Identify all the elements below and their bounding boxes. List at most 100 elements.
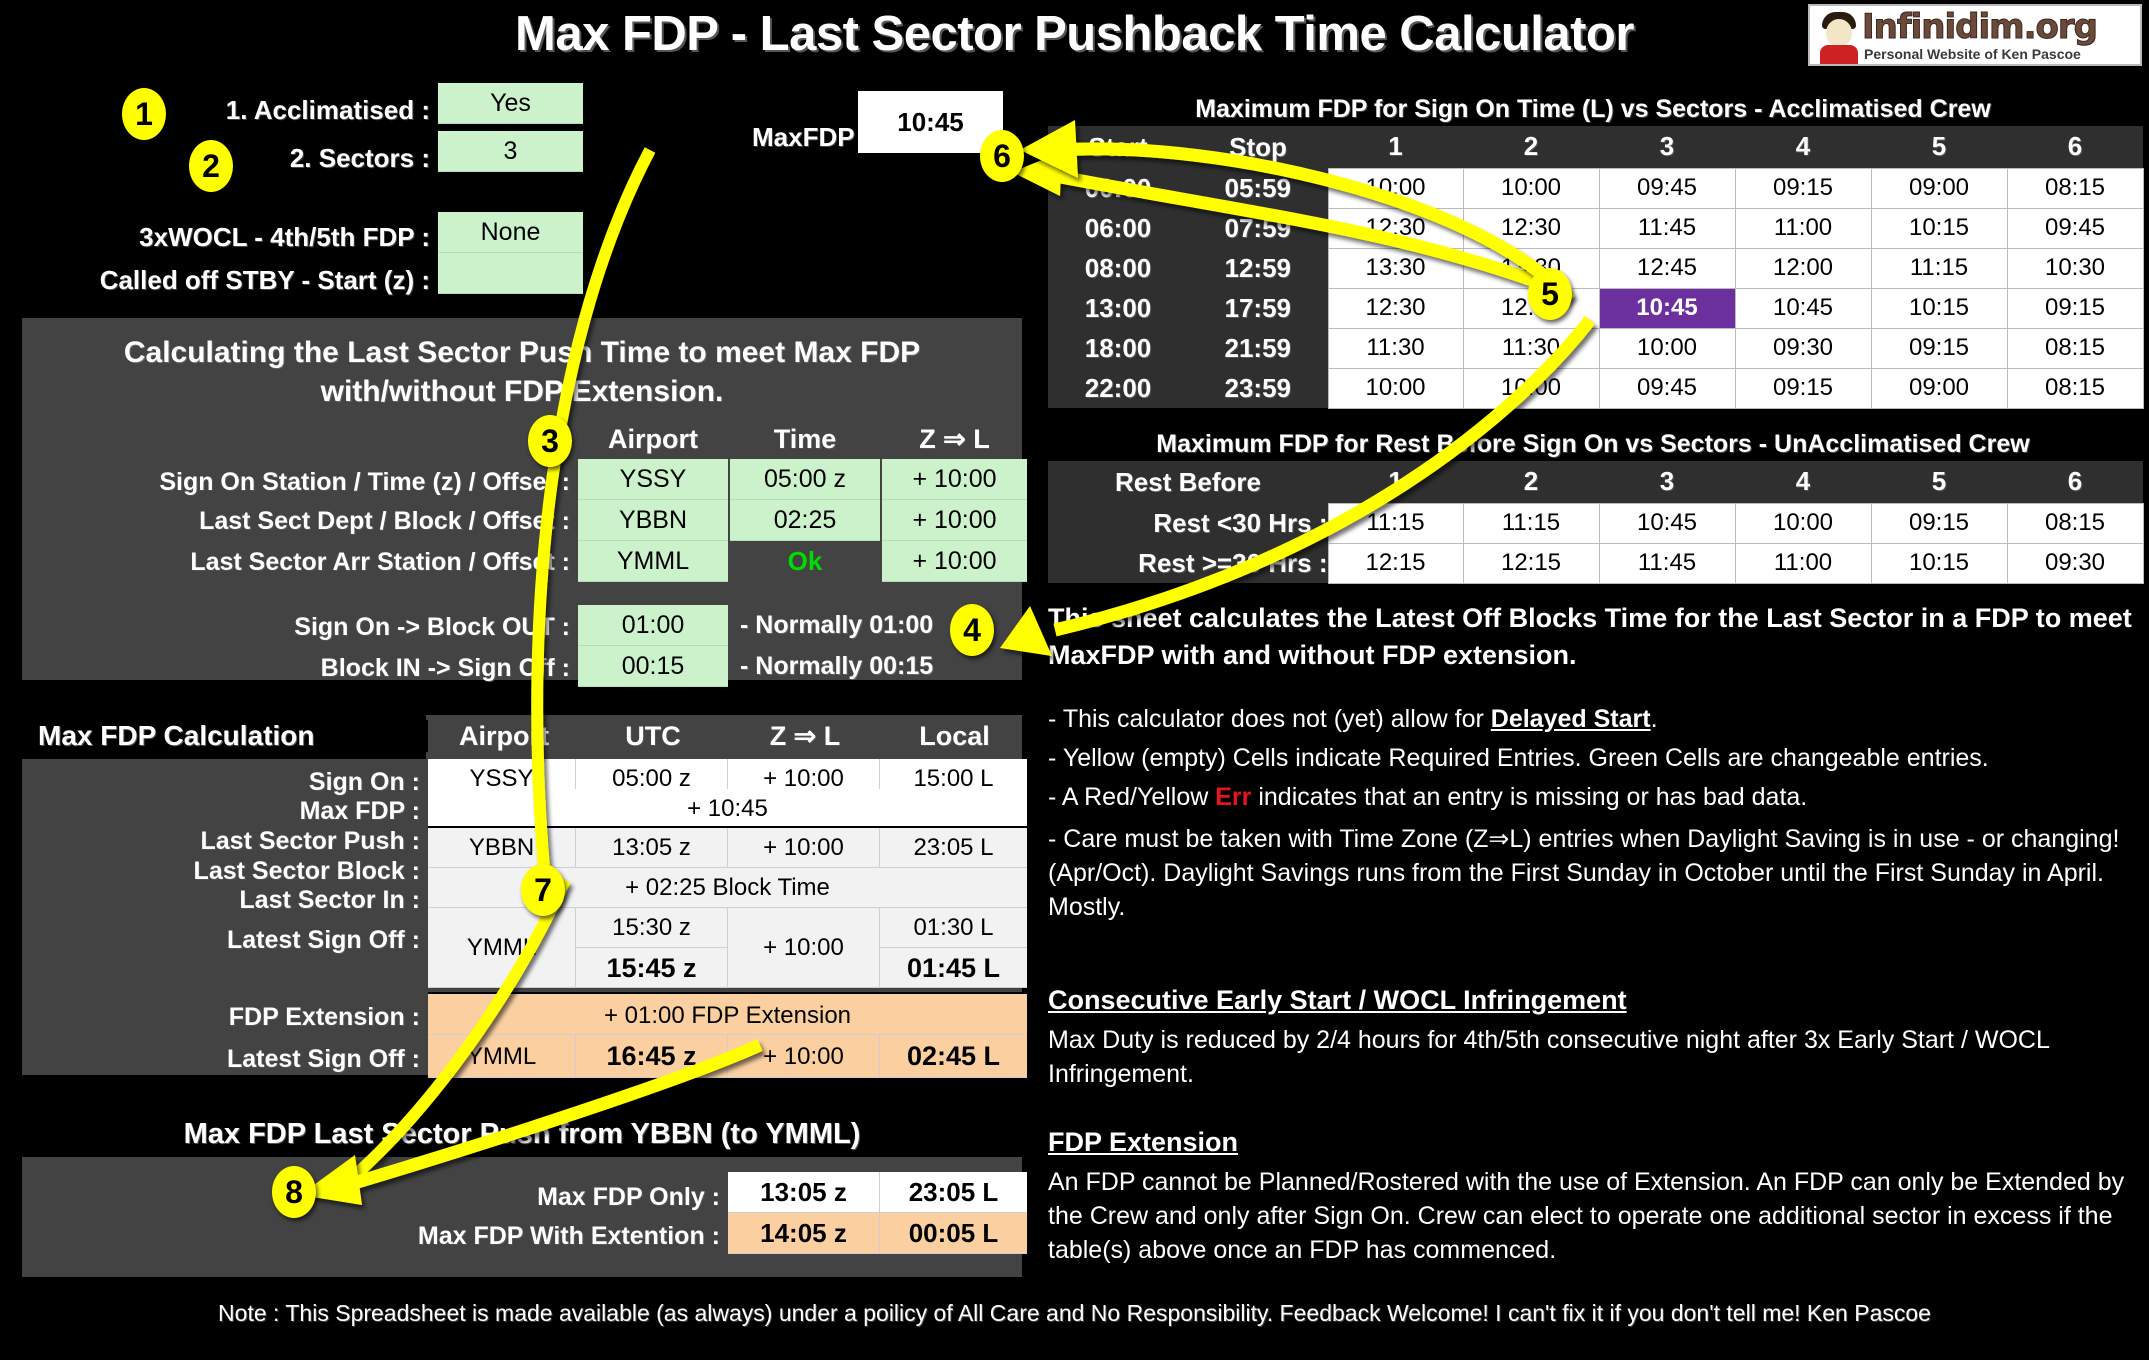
callout-6[interactable]: 6: [980, 130, 1024, 182]
fdp-cell: 13:30: [1327, 247, 1464, 289]
table-row: Rest <30 Hrs : 11:15 11:15 10:45 10:00 0…: [1048, 502, 2144, 544]
row-stop: 17:59: [1188, 288, 1328, 328]
fdp-cell: 09:45: [2006, 207, 2144, 249]
col-sector-1: 1: [1328, 461, 1463, 503]
signon-time[interactable]: 05:00 z: [730, 459, 880, 500]
fdp-cell: 11:00: [1734, 207, 1872, 249]
unacclimatised-table: Rest Before 1 2 3 4 5 6 Rest <30 Hrs : 1…: [1048, 461, 2144, 584]
calc-in-utc: 15:30 z: [576, 908, 728, 948]
row-stop: 12:59: [1188, 248, 1328, 288]
calc-latest-zl: + 10:00: [728, 1035, 880, 1078]
callout-5[interactable]: 5: [1528, 268, 1572, 320]
lastsect-dept-offset[interactable]: + 10:00: [882, 500, 1027, 541]
table-header-row: Rest Before 1 2 3 4 5 6: [1048, 461, 2143, 503]
table-row: 13:00 17:59 12:30 12:30 10:45 10:45 10:1…: [1048, 287, 2144, 329]
calc-col-airport: Airport: [459, 721, 549, 751]
fdp-cell: 11:15: [1870, 247, 2008, 289]
rest-cell: 09:30: [2006, 542, 2144, 584]
row-start: 18:00: [1048, 328, 1188, 368]
lastsect-arr-offset[interactable]: + 10:00: [882, 541, 1027, 582]
rest-row-label: Rest <30 Hrs :: [1048, 503, 1328, 543]
rest-cell: 11:15: [1327, 502, 1464, 544]
fdp-cell: 09:15: [1870, 327, 2008, 369]
push-row-label-extension: Max FDP With Extention :: [417, 1222, 720, 1250]
calc-block-span: + 02:25 Block Time: [428, 868, 1027, 908]
mid-col-airport: Airport: [608, 424, 698, 454]
fdp-cell: 09:00: [1870, 367, 2008, 409]
signon-airport[interactable]: YSSY: [578, 459, 728, 500]
calc-latest-local: 02:45 L: [880, 1035, 1027, 1078]
calc-row-label-signon: Sign On :: [308, 768, 420, 796]
callout-2[interactable]: 2: [189, 140, 233, 192]
row-start: 00:00: [1048, 168, 1188, 208]
footer-note: Note : This Spreadsheet is made availabl…: [218, 1300, 1931, 1326]
fdp-cell: 11:30: [1327, 327, 1464, 369]
push-row-label-only: Max FDP Only :: [537, 1183, 720, 1211]
unacclimatised-table-title: Maximum FDP for Rest Before Sign On vs S…: [1156, 430, 2030, 458]
callout-7[interactable]: 7: [521, 864, 565, 916]
stby-label: Called off STBY - Start (z) :: [99, 265, 430, 295]
col-sector-3: 3: [1599, 126, 1735, 168]
lastsect-dept-airport[interactable]: YBBN: [578, 500, 728, 541]
lastsect-block[interactable]: 02:25: [730, 500, 880, 541]
note-bullet-2: - Yellow (empty) Cells indicate Required…: [1048, 744, 1989, 772]
signon-to-blockout-note: - Normally 01:00: [740, 611, 934, 639]
signon-offset[interactable]: + 10:00: [882, 459, 1027, 500]
paragraph-wocl: Max Duty is reduced by 2/4 hours for 4th…: [1048, 1026, 2049, 1088]
signon-to-blockout-input[interactable]: 01:00: [578, 605, 728, 646]
heading-fdp-extension: FDP Extension: [1048, 1127, 1239, 1157]
rest-row-label: Rest >=30 Hrs :: [1048, 543, 1328, 583]
callout-4[interactable]: 4: [950, 604, 994, 656]
calc-push-utc: 13:05 z: [576, 828, 728, 868]
mid-row-label-2: Last Sect Dept / Block / Offset :: [199, 507, 570, 535]
lastsect-arr-airport[interactable]: YMML: [578, 541, 728, 582]
table-row: 18:00 21:59 11:30 11:30 10:00 09:30 09:1…: [1048, 327, 2144, 369]
logo-wordmark: Infinidim.org: [1862, 7, 2099, 48]
notes-intro: This sheet calculates the Latest Off Blo…: [1048, 603, 2132, 670]
calc-signoff-utc: 15:45 z: [576, 948, 728, 988]
blockin-to-signoff-input[interactable]: 00:15: [578, 646, 728, 687]
fdp-cell: 12:45: [1598, 247, 1736, 289]
calc-row-label-block: Last Sector Block :: [193, 857, 420, 885]
fdp-cell: 09:45: [1598, 167, 1736, 209]
callout-3[interactable]: 3: [528, 415, 572, 467]
col-sector-5: 5: [1871, 126, 2007, 168]
paragraph-fdp-extension: An FDP cannot be Planned/Rostered with t…: [1048, 1168, 2125, 1264]
table-row: 08:00 12:59 13:30 13:30 12:45 12:00 11:1…: [1048, 247, 2144, 289]
fdp-cell: 09:30: [1734, 327, 1872, 369]
table-row: 22:00 23:59 10:00 10:00 09:45 09:15 09:0…: [1048, 367, 2144, 409]
mid-col-time: Time: [773, 424, 837, 454]
calc-signoff-local: 01:45 L: [880, 948, 1027, 988]
fdp-cell: 09:45: [1598, 367, 1736, 409]
infinidim-logo[interactable]: Infinidim.org Personal Website of Ken Pa…: [1808, 4, 2142, 66]
table-row: 00:00 05:59 10:00 10:00 09:45 09:15 09:0…: [1048, 167, 2144, 209]
rest-cell: 11:45: [1598, 542, 1736, 584]
fdp-cell: 09:15: [2006, 287, 2144, 329]
fdp-cell: 12:30: [1327, 207, 1464, 249]
callout-1[interactable]: 1: [122, 88, 166, 140]
col-sector-2: 2: [1463, 126, 1599, 168]
sectors-input[interactable]: 3: [438, 131, 583, 172]
rest-cell: 12:15: [1462, 542, 1600, 584]
acclimatised-table-title: Maximum FDP for Sign On Time (L) vs Sect…: [1195, 95, 1991, 123]
callout-8[interactable]: 8: [272, 1166, 316, 1218]
calc-in-zl: + 10:00: [728, 908, 880, 988]
calc-latest-airport: YMML: [428, 1035, 576, 1078]
push-table-title: Max FDP Last Sector Push from YBBN (to Y…: [183, 1118, 861, 1150]
calc-extension-span: + 01:00 FDP Extension: [428, 992, 1027, 1035]
calc-row-label-extension: FDP Extension :: [228, 1003, 420, 1031]
wocl-input[interactable]: None: [438, 212, 583, 253]
delayed-start-link[interactable]: Delayed Start: [1491, 705, 1651, 733]
fdp-cell: 08:15: [2006, 167, 2144, 209]
acclimatised-input[interactable]: Yes: [438, 83, 583, 124]
calc-col-utc: UTC: [625, 721, 681, 751]
col-sector-5: 5: [1871, 461, 2007, 503]
calc-in-local: 01:30 L: [880, 908, 1027, 948]
fdp-cell: 10:00: [1598, 327, 1736, 369]
stby-input[interactable]: [438, 253, 583, 294]
blockin-to-signoff-note: - Normally 00:15: [740, 652, 934, 680]
push-extension-local: 00:05 L: [880, 1213, 1027, 1254]
calc-table-title: Max FDP Calculation: [38, 720, 428, 752]
mid-row-label-3: Last Sector Arr Station / Offset :: [190, 548, 570, 576]
mid-row-label-1: Sign On Station / Time (z) / Offset :: [159, 468, 570, 496]
